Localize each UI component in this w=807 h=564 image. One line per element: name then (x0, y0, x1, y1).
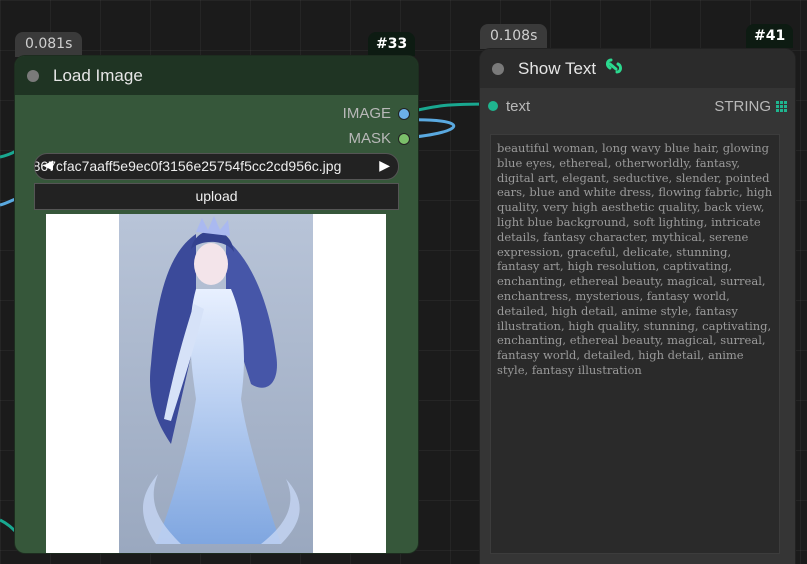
output-slot-mask[interactable]: MASK (348, 130, 410, 147)
show-text-node[interactable]: Show Text text STRING beautiful woman, l… (480, 49, 795, 564)
image-slot-dot[interactable] (398, 107, 410, 120)
image-preview (46, 214, 386, 553)
input-label-text: text (506, 97, 531, 115)
node-id-badge: #33 (368, 32, 416, 56)
exec-time-badge: 0.108s (480, 24, 548, 49)
output-label-image: IMAGE (342, 105, 391, 122)
image-file-combo[interactable]: 18867cfac7aaff5e9ec0f3156e25754f5cc2cd95… (34, 153, 399, 180)
link-bottom-left (0, 518, 18, 534)
node-title-bar[interactable]: Load Image (15, 56, 418, 95)
fantasy-woman-image (119, 214, 313, 553)
node-title-bar[interactable]: Show Text (480, 49, 795, 88)
exec-time-badge: 0.081s (15, 32, 83, 57)
prev-arrow-icon[interactable]: ◀ (43, 157, 53, 173)
node-title: Load Image (53, 65, 143, 85)
input-slot-dot[interactable] (488, 101, 498, 111)
output-label-mask: MASK (348, 130, 391, 147)
node-id-badge: #41 (746, 24, 794, 48)
upload-button[interactable]: upload (34, 183, 399, 210)
collapse-dot[interactable] (492, 62, 504, 75)
mask-slot-dot[interactable] (398, 132, 410, 145)
output-label-string: STRING (714, 97, 771, 115)
link-icon (604, 56, 624, 81)
text-output-area[interactable]: beautiful woman, long wavy blue hair, gl… (490, 134, 780, 554)
node-title: Show Text (518, 58, 597, 78)
collapse-dot[interactable] (27, 69, 39, 82)
next-arrow-icon[interactable]: ▶ (379, 157, 390, 174)
slot-row: text STRING (488, 97, 787, 115)
image-filename: 18867cfac7aaff5e9ec0f3156e25754f5cc2cd95… (34, 158, 342, 174)
load-image-node[interactable]: Load Image IMAGE MASK 18867cfac7aaff5e9e… (15, 56, 418, 553)
output-slot-image[interactable]: IMAGE (343, 105, 410, 122)
grid-icon[interactable] (776, 100, 787, 112)
